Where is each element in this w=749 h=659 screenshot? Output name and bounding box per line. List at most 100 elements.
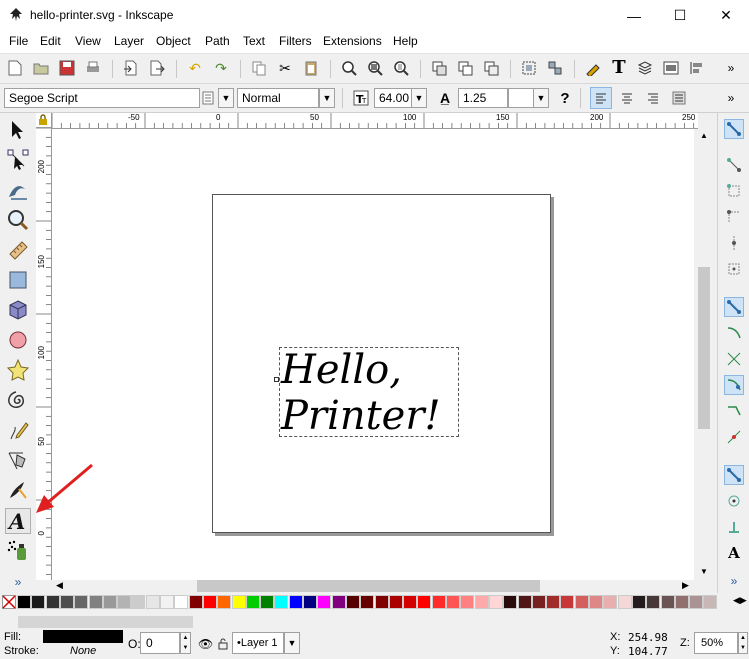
unlink-clone-icon[interactable] — [482, 59, 500, 77]
help-icon[interactable]: ? — [556, 89, 574, 107]
more-tools-icon[interactable]: » — [6, 570, 30, 594]
scroll-up-icon[interactable]: ▲ — [700, 131, 708, 140]
color-swatch[interactable] — [589, 595, 603, 609]
duplicate-icon[interactable] — [430, 59, 448, 77]
scroll-left-icon[interactable]: ◀ — [56, 580, 63, 591]
more-commands-icon[interactable]: » — [722, 59, 740, 77]
menu-filters[interactable]: Filters — [279, 34, 312, 48]
layer-dropdown-icon[interactable]: ▼ — [284, 632, 300, 654]
star-tool-icon[interactable] — [6, 358, 30, 382]
font-family-field[interactable]: Segoe Script — [4, 88, 200, 108]
color-swatch[interactable] — [345, 595, 360, 609]
fill-stroke-icon[interactable] — [584, 59, 602, 77]
menu-edit[interactable]: Edit — [40, 34, 61, 48]
color-swatch[interactable] — [31, 595, 46, 609]
snap-cusp-nodes-icon[interactable] — [724, 375, 744, 395]
snap-object-center-icon[interactable] — [724, 491, 744, 511]
snap-nodes-icon[interactable] — [724, 297, 744, 317]
open-folder-icon[interactable] — [32, 59, 50, 77]
snap-bbox-midpoint-icon[interactable] — [724, 233, 744, 253]
opacity-field[interactable]: 0 — [140, 632, 180, 654]
align-justify-icon[interactable] — [670, 89, 688, 107]
menu-file[interactable]: File — [9, 34, 28, 48]
font-family-dropdown-icon[interactable]: ▼ — [218, 88, 234, 108]
color-swatch[interactable] — [45, 595, 60, 609]
close-button[interactable]: ✕ — [703, 0, 749, 31]
spray-tool-icon[interactable] — [6, 538, 30, 562]
color-swatch[interactable] — [431, 595, 446, 609]
color-swatch[interactable] — [131, 595, 146, 609]
menu-path[interactable]: Path — [205, 34, 230, 48]
undo-icon[interactable]: ↶ — [186, 59, 204, 77]
pencil-tool-icon[interactable] — [6, 418, 30, 442]
zoom-drawing-icon[interactable] — [366, 59, 384, 77]
color-swatch[interactable] — [260, 595, 275, 609]
visibility-eye-icon[interactable]: 👁 — [198, 637, 213, 651]
vertical-scroll-thumb[interactable] — [698, 267, 710, 429]
measure-tool-icon[interactable] — [6, 238, 30, 262]
selector-tool-icon[interactable] — [6, 118, 30, 142]
color-swatch[interactable] — [188, 595, 203, 609]
spacing-unit-field[interactable] — [508, 88, 534, 108]
horizontal-scrollbar[interactable]: ◀ ▶ — [52, 580, 695, 593]
more-snaps-icon[interactable]: » — [724, 571, 744, 591]
align-center-icon[interactable] — [618, 89, 636, 107]
font-style-dropdown-icon[interactable]: ▼ — [319, 88, 335, 108]
clone-icon[interactable] — [456, 59, 474, 77]
more-controls-icon[interactable]: » — [722, 89, 740, 107]
align-right-icon[interactable] — [644, 89, 662, 107]
color-swatch[interactable] — [403, 595, 418, 609]
color-swatch[interactable] — [474, 595, 489, 609]
color-swatch[interactable] — [274, 595, 289, 609]
menu-layer[interactable]: Layer — [114, 34, 144, 48]
maximize-button[interactable]: ☐ — [657, 0, 703, 31]
color-swatch[interactable] — [503, 595, 518, 609]
color-swatch[interactable] — [374, 595, 389, 609]
color-swatch[interactable] — [703, 595, 718, 609]
menu-object[interactable]: Object — [156, 34, 191, 48]
group-icon[interactable] — [520, 59, 538, 77]
snap-bbox-center-icon[interactable] — [724, 259, 744, 279]
export-icon[interactable] — [148, 59, 166, 77]
color-swatch[interactable] — [460, 595, 475, 609]
snap-enable-icon[interactable] — [724, 119, 744, 139]
color-swatch[interactable] — [160, 595, 174, 609]
new-document-icon[interactable] — [6, 59, 24, 77]
color-swatch[interactable] — [303, 595, 317, 609]
rectangle-tool-icon[interactable] — [6, 268, 30, 292]
color-swatch[interactable] — [331, 595, 346, 609]
menu-help[interactable]: Help — [393, 34, 418, 48]
color-swatch[interactable] — [560, 595, 575, 609]
snap-bbox-corner-icon[interactable] — [724, 207, 744, 227]
zoom-page-icon[interactable] — [392, 59, 410, 77]
color-swatch[interactable] — [174, 595, 189, 609]
color-swatch[interactable] — [102, 595, 117, 609]
fill-swatch[interactable] — [43, 630, 123, 643]
hello-printer-text[interactable]: Hello, Printer! — [279, 345, 461, 439]
save-icon[interactable] — [58, 59, 76, 77]
snap-path-intersection-icon[interactable] — [724, 349, 744, 369]
snap-smooth-nodes-icon[interactable] — [724, 401, 744, 421]
color-swatch[interactable] — [517, 595, 532, 609]
color-swatch[interactable] — [74, 595, 89, 609]
color-swatch[interactable] — [17, 595, 31, 609]
font-size-field[interactable]: 64.00 — [374, 88, 412, 108]
text-font-icon[interactable]: T — [610, 59, 628, 77]
color-swatch[interactable] — [689, 595, 704, 609]
color-swatch[interactable] — [674, 595, 689, 609]
layer-lock-icon[interactable] — [218, 638, 228, 650]
color-swatch[interactable] — [59, 595, 74, 609]
color-swatch[interactable] — [546, 595, 561, 609]
ungroup-icon[interactable] — [546, 59, 564, 77]
tweak-tool-icon[interactable] — [6, 178, 30, 202]
color-swatch[interactable] — [117, 595, 132, 609]
color-swatch[interactable] — [646, 595, 661, 609]
zoom-tool-icon[interactable] — [6, 208, 30, 232]
color-swatch[interactable] — [217, 595, 232, 609]
color-swatch[interactable] — [617, 595, 632, 609]
snap-bbox-icon[interactable] — [724, 155, 744, 175]
snap-line-midpoints-icon[interactable] — [724, 427, 744, 447]
current-layer-field[interactable]: •Layer 1 — [232, 632, 284, 654]
line-spacing-field[interactable]: 1.25 — [458, 88, 508, 108]
paste-icon[interactable] — [302, 59, 320, 77]
